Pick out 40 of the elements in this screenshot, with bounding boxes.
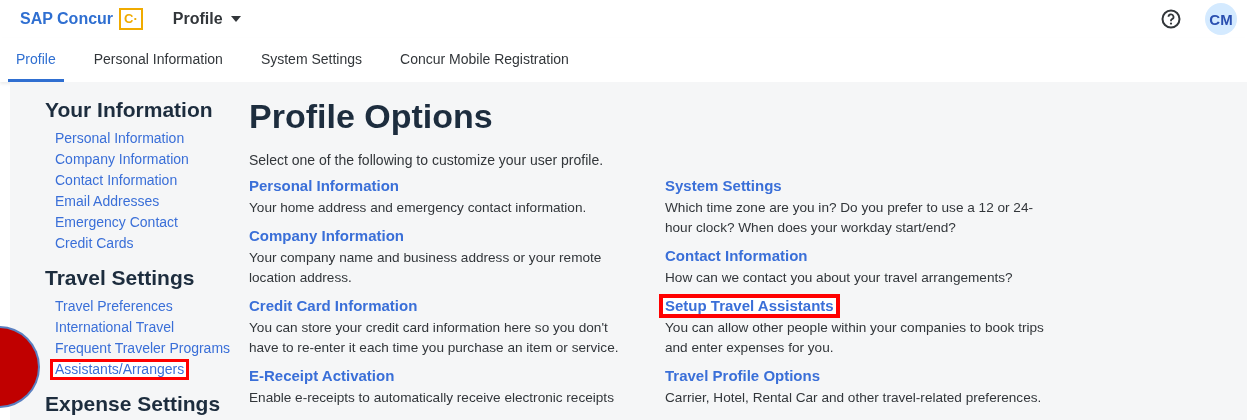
page-title: Profile Options xyxy=(249,96,494,136)
option-link[interactable]: Travel Profile Options xyxy=(659,364,827,388)
user-avatar[interactable]: CM xyxy=(1205,3,1237,35)
caret-icon xyxy=(230,16,241,22)
brand-mark: C· xyxy=(119,8,143,30)
section-heading: Travel Settings xyxy=(45,266,195,290)
tab[interactable]: Personal Information xyxy=(85,38,231,82)
option-description: Carrier, Hotel, Rental Car and other travel-related preferences. xyxy=(665,389,1043,407)
section-heading: Expense Settings xyxy=(45,392,221,416)
option-link[interactable]: E-Receipt Activation xyxy=(243,364,401,388)
tab[interactable]: System Settings xyxy=(252,38,371,82)
option-link[interactable]: Setup Travel Assistants xyxy=(659,294,840,318)
sidebar-link[interactable]: International Travel xyxy=(50,317,180,338)
sidebar-link[interactable]: Email Addresses xyxy=(50,191,165,212)
option-description: Which time zone are you in? Do you prefer to use a 12 or 24-hour clock? When does your workday start/end? xyxy=(665,199,1034,237)
option-description: Your company name and business address or your remote location address. xyxy=(249,249,603,287)
intro-text: Select one of the following to customize your user profile. xyxy=(249,152,605,168)
help-icon[interactable] xyxy=(1161,9,1181,29)
sidebar-link[interactable]: Personal Information xyxy=(50,128,190,149)
sidebar-link[interactable]: Company Information xyxy=(50,149,194,170)
option-description: You can allow other people within your companies to book trips and enter expenses for you. xyxy=(665,319,1045,357)
sidebar-link[interactable]: Travel Preferences xyxy=(50,296,178,317)
sidebar-link[interactable]: Contact Information xyxy=(50,170,183,191)
option-link[interactable]: Credit Card Information xyxy=(243,294,424,318)
brand-logo[interactable]: SAP Concur xyxy=(20,10,114,28)
option-link[interactable]: System Settings xyxy=(659,174,788,198)
sidebar-link[interactable]: Frequent Traveler Programs xyxy=(50,338,236,359)
section-heading: Your Information xyxy=(45,98,213,122)
sidebar-link[interactable]: Credit Cards xyxy=(50,233,139,254)
profile-menu[interactable]: Profile xyxy=(172,10,241,28)
option-link[interactable]: Company Information xyxy=(243,224,410,248)
option-description: Your home address and emergency contact information. xyxy=(249,199,588,217)
sidebar-link[interactable]: Assistants/Arrangers xyxy=(50,359,190,380)
option-link[interactable]: Contact Information xyxy=(659,244,814,268)
option-description: Enable e-receipts to automatically receive electronic receipts xyxy=(249,389,615,407)
option-description: You can store your credit card information here so you don't have to re-enter it each time you purchase an item or service. xyxy=(249,319,620,357)
tab[interactable]: Concur Mobile Registration xyxy=(392,38,577,82)
option-link[interactable]: Personal Information xyxy=(243,174,406,198)
sidebar-link[interactable]: Emergency Contact xyxy=(50,212,183,233)
option-description: How can we contact you about your travel arrangements? xyxy=(665,269,1014,287)
